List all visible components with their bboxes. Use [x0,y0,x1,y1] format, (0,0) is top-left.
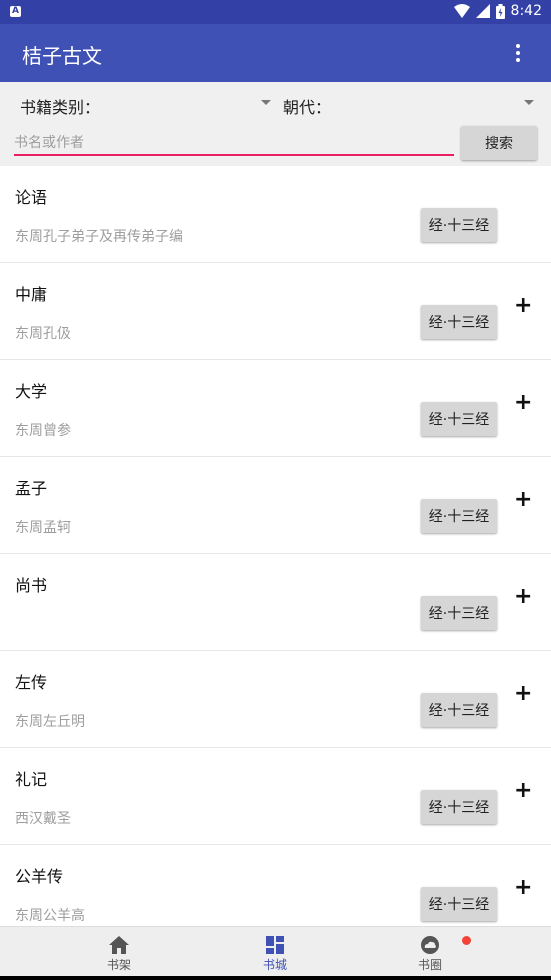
signal-icon [475,4,490,18]
search-input[interactable] [14,132,454,156]
chevron-down-icon [524,100,534,105]
battery-icon [495,3,505,19]
book-title: 孟子 [15,479,48,498]
book-category-button[interactable]: 经·十三经 [421,402,497,436]
nav-label: 书圈 [417,958,442,972]
add-to-shelf-icon[interactable]: + [514,681,532,706]
book-list-item[interactable]: 论语东周孔子弟子及再传弟子编 经·十三经 [0,166,551,263]
status-icons: 8:42 [453,3,542,19]
add-to-shelf-icon[interactable]: + [514,390,532,415]
book-list[interactable]: 论语 东周孔子弟子及再传弟子编 经·十三经 中庸 东周孔伋 经·十三经 + 大学 东周曾参 经·十… [0,166,551,926]
bottom-navigation: 书架 书城 书圈 [0,926,551,977]
book-title: 礼记 [15,770,48,789]
book-category-button[interactable]: 经·十三经 [421,596,497,630]
book-list-item[interactable]: 大学东周曾参 经·十三经 + [0,360,551,457]
book-author: 东周孔伋 [15,326,71,342]
chevron-down-icon [261,100,271,105]
app-bar: 桔子古文 [0,24,551,82]
book-category-button[interactable]: 经·十三经 [421,790,497,824]
system-nav-edge [0,976,551,980]
nav-label: 书城 [262,958,287,972]
search-button[interactable]: 搜索 [461,126,537,160]
book-title: 论语 [15,188,48,207]
cloud-icon [421,936,439,954]
book-author: 东周公羊高 [15,908,85,924]
book-title: 中庸 [15,285,48,304]
add-to-shelf-icon[interactable]: + [514,293,532,318]
dashboard-icon [266,936,284,954]
add-to-shelf-icon[interactable]: + [514,778,532,803]
nav-label: 书架 [106,958,131,972]
notification-a-icon: A [10,6,21,17]
home-icon [109,936,129,954]
book-title: 尚书 [15,576,48,595]
book-list-item[interactable]: 礼记西汉戴圣 经·十三经 + [0,748,551,845]
app-title: 桔子古文 [22,44,102,68]
notification-badge [462,936,471,945]
book-category-button[interactable]: 经·十三经 [421,887,497,921]
book-author: 西汉戴圣 [15,811,71,827]
book-category-button[interactable]: 经·十三经 [421,208,497,242]
category-label: 书籍类别： [20,98,101,117]
add-to-shelf-icon[interactable]: + [514,584,532,609]
book-author: 东周孔子弟子及再传弟子编 [15,229,183,245]
book-author: 东周左丘明 [15,714,85,730]
status-time: 8:42 [510,3,542,19]
book-title: 公羊传 [15,867,64,886]
book-list-item[interactable]: 孟子东周孟轲 经·十三经 + [0,457,551,554]
book-title: 大学 [15,382,48,401]
status-bar: A 8:42 [0,0,551,24]
add-to-shelf-icon[interactable]: + [514,875,532,900]
book-list-item[interactable]: 公羊传东周公羊高 经·十三经 + [0,845,551,926]
filter-bar: 书籍类别： 朝代： 搜索 [0,82,551,166]
book-category-button[interactable]: 经·十三经 [421,305,497,339]
book-title: 左传 [15,673,48,692]
nav-item-circle[interactable]: 书圈 [370,927,490,977]
dynasty-label: 朝代： [283,98,332,117]
overflow-menu-icon[interactable] [513,42,523,64]
wifi-icon [453,4,470,18]
nav-item-bookshelf[interactable]: 书架 [59,927,179,977]
book-category-button[interactable]: 经·十三经 [421,499,497,533]
add-to-shelf-icon[interactable]: + [514,487,532,512]
dynasty-spinner[interactable]: 朝代： [283,94,535,118]
book-author: 东周孟轲 [15,520,71,536]
nav-item-bookstore[interactable]: 书城 [215,927,335,977]
book-category-button[interactable]: 经·十三经 [421,693,497,727]
book-list-item[interactable]: 尚书经·十三经 + [0,554,551,651]
category-spinner[interactable]: 书籍类别： [20,94,272,118]
book-list-item[interactable]: 中庸东周孔伋 经·十三经 + [0,263,551,360]
book-list-item[interactable]: 左传东周左丘明 经·十三经 + [0,651,551,748]
book-author: 东周曾参 [15,423,71,439]
